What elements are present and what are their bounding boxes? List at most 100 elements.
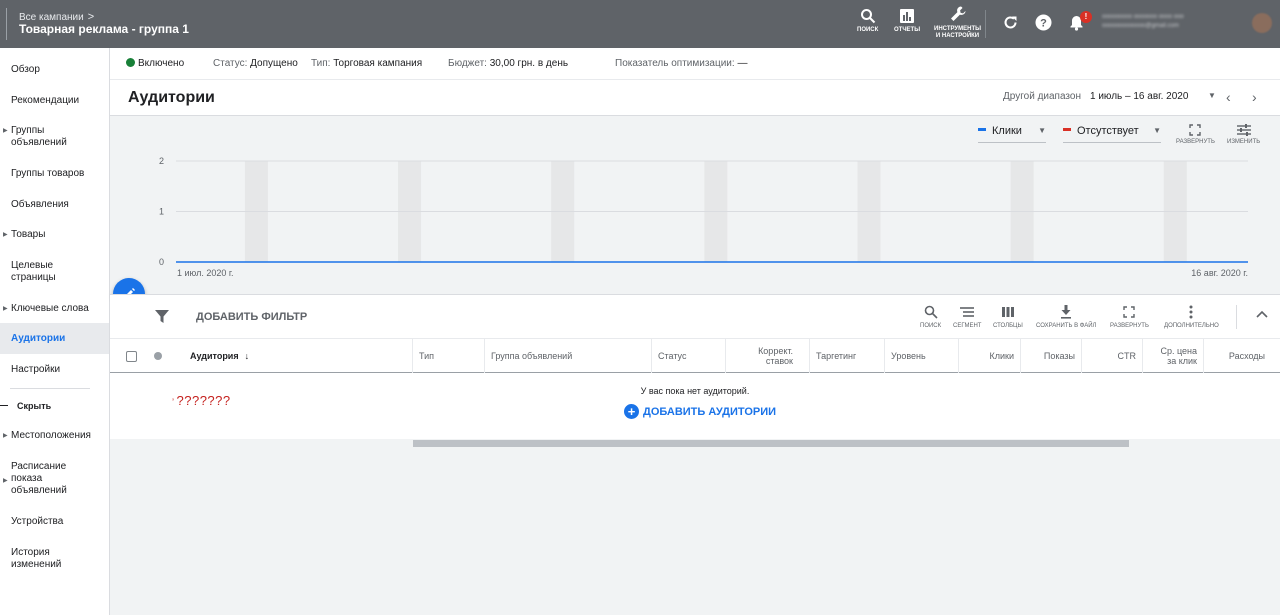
budget-value: 30,00 грн. в день — [489, 58, 569, 69]
tune-icon — [1236, 124, 1251, 136]
add-filter-button[interactable]: ДОБАВИТЬ ФИЛЬТР — [196, 311, 307, 323]
sidebar-item-ad-schedule[interactable]: ▶ Расписание показа объявлений — [0, 461, 78, 497]
chevron-up-icon[interactable] — [1256, 309, 1268, 319]
sidebar-hide-toggle[interactable]: Скрыть — [0, 400, 109, 412]
sidebar-item-products[interactable]: ▶ Товары — [0, 229, 109, 241]
opt-label: Показатель оптимизации: — [615, 58, 735, 69]
campaign-type: Тип: Торговая кампания — [311, 58, 422, 69]
select-all-checkbox[interactable] — [126, 351, 137, 362]
sidebar-item-ad-groups[interactable]: ▶ Группы объявлений — [0, 125, 80, 149]
reports-button[interactable]: ОТЧЕТЫ — [894, 8, 920, 34]
tool-label: СТОЛБЦЫ — [993, 323, 1023, 329]
date-range-selector[interactable]: 1 июль – 16 авг. 2020 — [1090, 91, 1188, 102]
status-column-icon[interactable] — [154, 352, 162, 360]
tools-settings-button[interactable]: ИНСТРУМЕНТЫ И НАСТРОЙКИ — [934, 5, 981, 40]
search-button[interactable]: ПОИСК — [857, 8, 878, 34]
column-header-level[interactable]: Уровень — [884, 339, 958, 373]
performance-chart: 0 1 2 1 июл. 2020 г. 16 авг. 2020 г. Клики ▼… — [110, 117, 1280, 293]
sidebar-item-label: Рекомендации — [11, 95, 80, 106]
sidebar-item-label: Аудитории — [11, 333, 66, 344]
sidebar-item-landing-pages[interactable]: Целевые страницы — [0, 260, 70, 284]
sidebar-item-devices[interactable]: Устройства — [0, 516, 109, 528]
sidebar-item-recommendations[interactable]: Рекомендации — [0, 95, 109, 107]
campaign-title[interactable]: Товарная реклама - группа 1 — [19, 22, 189, 36]
account-info[interactable]: ooooooooo ooooooo oooo ooo ooooooooooooo… — [1102, 13, 1184, 31]
column-header-clicks[interactable]: Клики — [958, 339, 1020, 373]
columns-button[interactable]: СТОЛБЦЫ — [993, 305, 1023, 329]
column-header-status[interactable]: Статус — [651, 339, 725, 373]
metric-selector-2[interactable]: Отсутствует ▼ — [1063, 125, 1161, 143]
column-label-line1: Коррект. — [758, 346, 793, 356]
avatar[interactable] — [1252, 13, 1272, 33]
chart-expand-button[interactable]: РАЗВЕРНУТЬ — [1176, 124, 1215, 145]
sidebar-item-label: История изменений — [11, 547, 62, 570]
column-header-ctr[interactable]: CTR — [1081, 339, 1142, 373]
type-label: Тип: — [311, 58, 331, 69]
tool-label: ПОИСК — [920, 323, 942, 329]
column-header-avg-cpc[interactable]: Ср. цена за клик — [1142, 339, 1203, 373]
dropdown-arrow-icon[interactable]: ▼ — [1208, 91, 1216, 100]
more-button[interactable]: ДОПОЛНИТЕЛЬНО — [1164, 305, 1219, 329]
sidebar: Обзор Рекомендации ▶ Группы объявлений Гр… — [0, 48, 110, 615]
sidebar-item-product-groups[interactable]: Группы товаров — [0, 168, 109, 180]
column-label: Показы — [1043, 351, 1075, 361]
table-search-button[interactable]: ПОИСК — [920, 305, 941, 329]
chart-edit-button[interactable]: ИЗМЕНИТЬ — [1227, 124, 1260, 145]
more-icon — [1189, 305, 1193, 319]
x-tick-label-end: 16 авг. 2020 г. — [1191, 268, 1248, 278]
metric-1-label: Клики — [992, 125, 1022, 137]
download-button[interactable]: СОХРАНИТЬ В ФАЙЛ — [1036, 305, 1096, 329]
column-header-audience[interactable]: Аудитория ↓ — [184, 339, 412, 373]
sidebar-item-keywords[interactable]: ▶ Ключевые слова — [0, 303, 109, 315]
column-label: Таргетинг — [816, 351, 857, 361]
optimization-score[interactable]: Показатель оптимизации: — — [615, 58, 747, 69]
date-range-label: Другой диапазон — [1003, 91, 1081, 102]
chevron-right-icon[interactable]: › — [1252, 89, 1257, 105]
metric-color-swatch — [978, 128, 986, 131]
segment-button[interactable]: СЕГМЕНТ — [953, 305, 981, 329]
column-header-impressions[interactable]: Показы — [1020, 339, 1081, 373]
enabled-status[interactable]: Включено — [126, 58, 184, 69]
column-label: CTR — [1117, 351, 1137, 361]
sort-arrow-icon: ↓ — [244, 351, 250, 361]
add-audiences-button[interactable]: + ДОБАВИТЬ АУДИТОРИИ — [624, 404, 776, 419]
refresh-icon[interactable] — [1002, 14, 1019, 31]
chart-edit-label: ИЗМЕНИТЬ — [1227, 139, 1261, 145]
caret-right-icon: ▶ — [3, 306, 8, 312]
chevron-left-icon[interactable]: ‹ — [1226, 89, 1231, 105]
sidebar-item-change-history[interactable]: История изменений — [0, 547, 70, 571]
sidebar-item-audiences[interactable]: Аудитории — [0, 323, 109, 354]
sidebar-hide-label: Скрыть — [17, 401, 52, 411]
column-header-targeting[interactable]: Таргетинг — [809, 339, 884, 373]
column-header-bid-adj[interactable]: Коррект. ставок — [725, 339, 799, 373]
tool-label: СОХРАНИТЬ В ФАЙЛ — [1036, 323, 1097, 329]
filter-icon[interactable] — [155, 310, 169, 323]
search-icon — [924, 305, 938, 319]
column-header-type[interactable]: Тип — [412, 339, 484, 373]
table-expand-button[interactable]: РАЗВЕРНУТЬ — [1110, 305, 1149, 329]
budget[interactable]: Бюджет: 30,00 грн. в день — [448, 58, 568, 69]
column-label: Клики — [989, 351, 1015, 361]
audiences-table-card: ДОБАВИТЬ ФИЛЬТР ПОИСК СЕГМЕНТ СТОЛБЦЫ СО… — [110, 294, 1280, 447]
wrench-icon — [950, 6, 966, 21]
column-label-line2: ставок — [765, 356, 793, 366]
help-icon[interactable]: ? — [1035, 14, 1052, 31]
metric-selector-1[interactable]: Клики ▼ — [978, 125, 1046, 143]
horizontal-scrollbar[interactable] — [413, 440, 1129, 447]
sidebar-item-label: Группы объявлений — [11, 125, 67, 148]
sidebar-item-locations[interactable]: ▶ Местоположения — [0, 430, 109, 442]
reports-button-label: ОТЧЕТЫ — [894, 27, 921, 33]
sidebar-item-ads[interactable]: Объявления — [0, 199, 109, 211]
column-header-ad-group[interactable]: Группа объявлений — [484, 339, 651, 373]
column-label: Тип — [419, 351, 435, 361]
line-chart: 0 1 2 1 июл. 2020 г. 16 авг. 2020 г. — [159, 156, 1248, 278]
sidebar-item-settings[interactable]: Настройки — [0, 364, 109, 376]
sidebar-item-overview[interactable]: Обзор — [0, 64, 109, 76]
status-dot-icon — [126, 58, 135, 67]
notification-badge: ! — [1080, 11, 1092, 23]
caret-right-icon: ▶ — [3, 128, 8, 134]
column-header-cost[interactable]: Расходы — [1203, 339, 1271, 373]
chart-expand-label: РАЗВЕРНУТЬ — [1176, 139, 1215, 145]
metric-color-swatch — [1063, 128, 1071, 131]
dropdown-arrow-icon: ▼ — [1038, 126, 1046, 135]
